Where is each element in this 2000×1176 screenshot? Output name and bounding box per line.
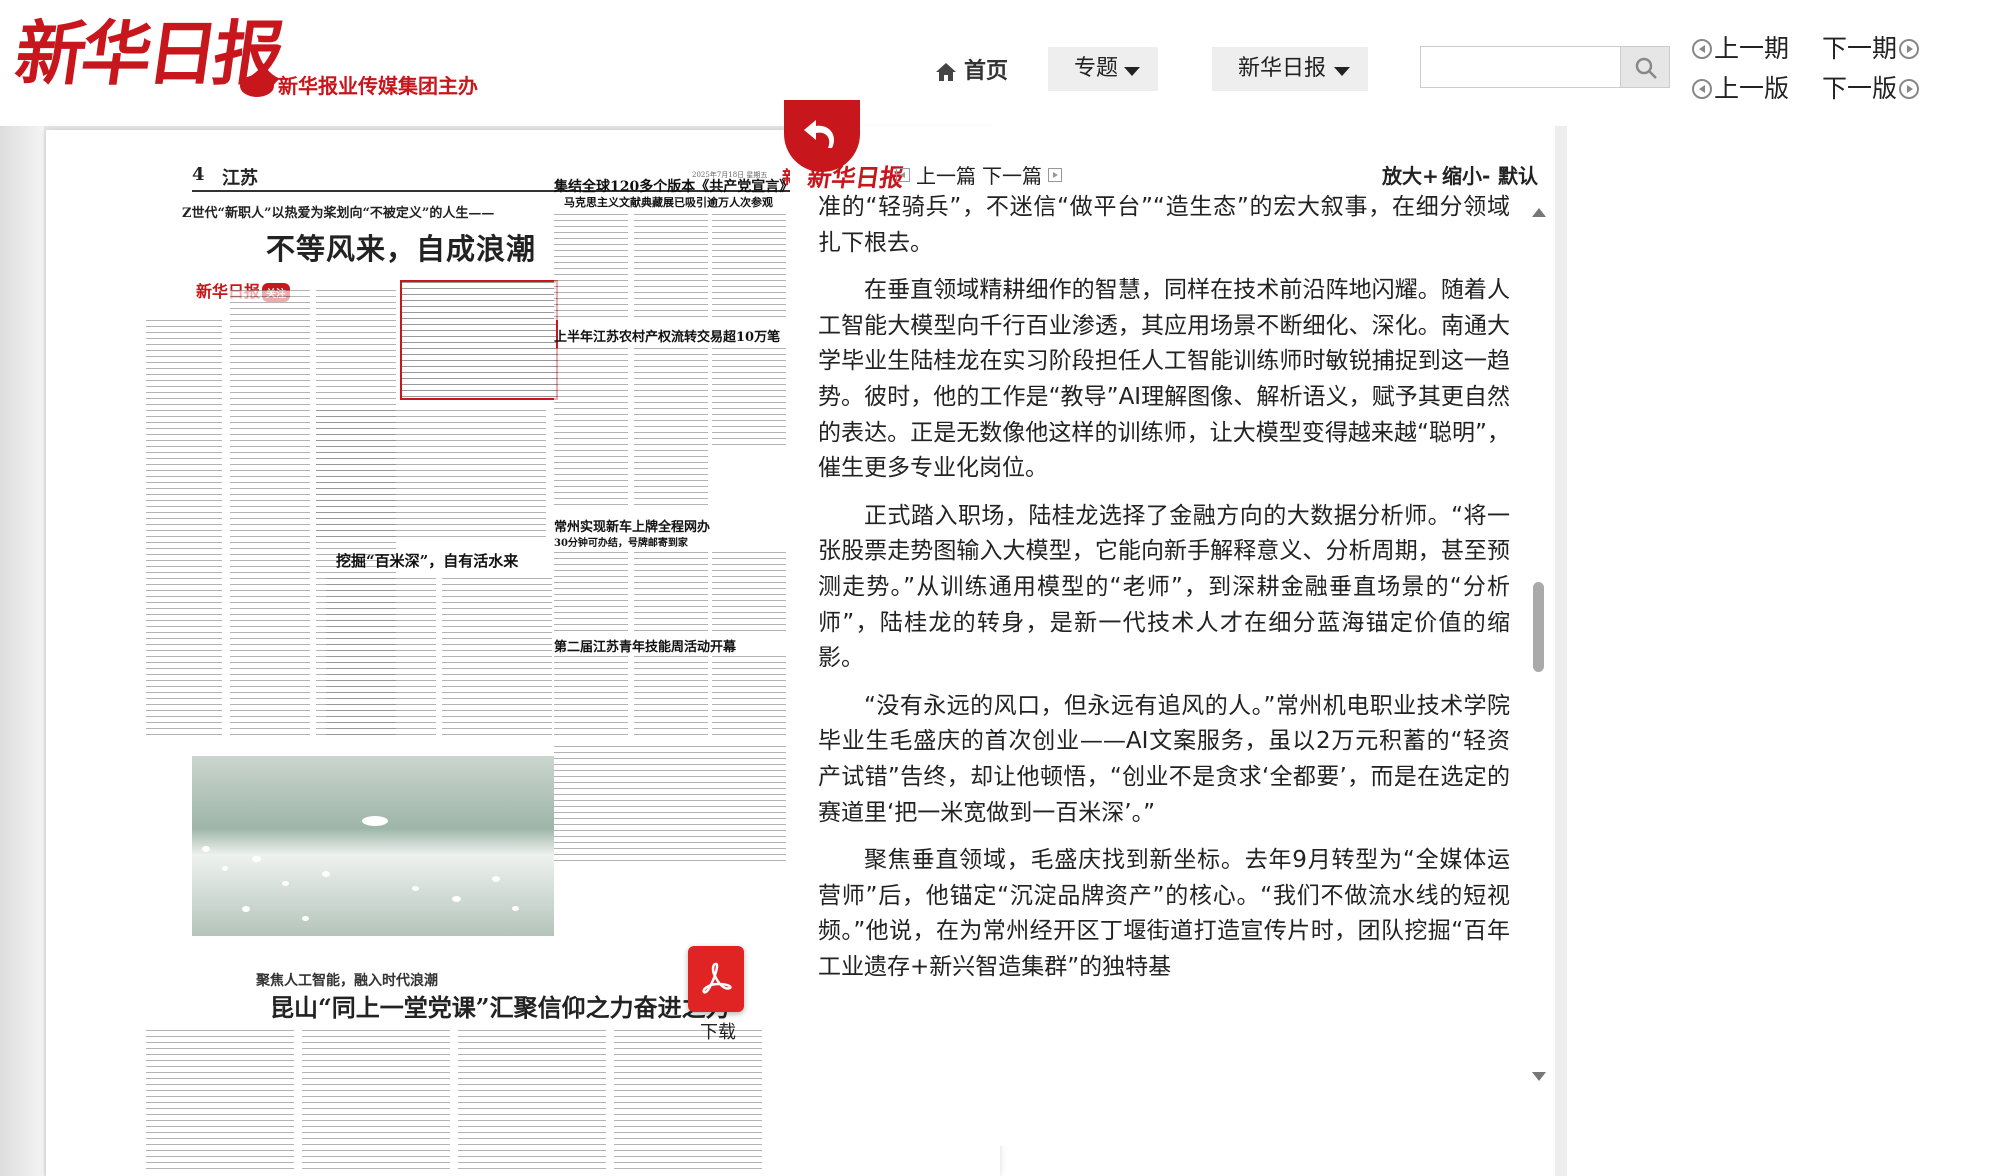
text-column: [712, 656, 786, 736]
prev-circle-icon: [1692, 79, 1712, 99]
article-headline[interactable]: 不等风来，自成浪潮: [266, 226, 536, 268]
next-issue-label: 下一期: [1822, 34, 1898, 63]
text-column: [554, 214, 628, 320]
prev-circle-icon: [1692, 39, 1712, 59]
next-page-label: 下一版: [1822, 74, 1898, 103]
zoom-default-button[interactable]: 默认: [1498, 160, 1538, 189]
nav-home-label: 首页: [964, 59, 1009, 84]
next-circle-icon: [1899, 39, 1920, 59]
page-stack-edge: [0, 126, 44, 1176]
text-column: [554, 656, 628, 736]
search-icon: [1635, 57, 1657, 79]
text-column: [554, 348, 628, 508]
side-subhead-1: 马克思主义文献典藏展已吸引逾万人次参观: [564, 196, 773, 209]
prev-issue-link[interactable]: 上一期: [1690, 32, 1789, 66]
bottom-subheadline: 聚焦人工智能，融入时代浪潮: [256, 973, 438, 989]
text-column: [634, 656, 708, 736]
home-icon: [936, 63, 956, 81]
group-logo-icon: [240, 74, 274, 97]
sponsor-line: 新华报业传媒集团主办: [240, 72, 478, 100]
text-column: [146, 1030, 294, 1170]
news-photo[interactable]: [192, 756, 554, 936]
nav-topics-label: 专题: [1074, 56, 1119, 81]
article-paragraph: 聚焦垂直领域，毛盛庆找到新坐标。去年9月转型为“全媒体运营师”后，他锚定“沉淀品…: [818, 847, 1510, 980]
next-article-link[interactable]: 下一篇: [982, 160, 1042, 189]
caret-down-icon: [1124, 67, 1140, 76]
download-pdf-button[interactable]: [688, 946, 744, 1012]
back-arrow-icon: [804, 120, 835, 148]
article-panel: 新华日报 上一篇 下一篇 放大+ 缩小- 默认 准的“轻骑兵”，不迷信“做平台”…: [784, 100, 1550, 1146]
download-label[interactable]: 下载: [700, 1018, 736, 1044]
divider: [1555, 126, 1567, 1176]
prev-article-link[interactable]: 上一篇: [916, 160, 976, 189]
text-column: [442, 578, 552, 738]
zoom-in-button[interactable]: 放大+: [1382, 160, 1439, 189]
text-column: [316, 410, 546, 540]
page-number: 4: [192, 164, 205, 185]
scroll-down-arrow[interactable]: [1532, 1072, 1546, 1081]
text-column: [458, 1030, 606, 1170]
prev-page-label: 上一版: [1714, 74, 1790, 103]
side-subhead-3: 30分钟可办结，号牌邮寄到家: [554, 538, 688, 549]
side-headline-5[interactable]: 第二届江苏青年技能周活动开幕: [554, 636, 736, 655]
article-paragraph: 在垂直领域精耕细作的智慧，同样在技术前沿阵地闪耀。随着人工智能大模型向千行百业渗…: [818, 277, 1510, 482]
prev-issue-label: 上一期: [1714, 34, 1790, 63]
zoom-out-button[interactable]: 缩小-: [1442, 160, 1490, 189]
bottom-headline[interactable]: 昆山“同上一堂党课”汇聚信仰之力奋进之力: [270, 988, 730, 1023]
scroll-up-arrow[interactable]: [1532, 208, 1546, 217]
text-column: [634, 348, 708, 508]
next-circle-icon: [1899, 79, 1920, 99]
highlighted-paragraph[interactable]: [400, 280, 558, 400]
side-headline-2[interactable]: 上半年江苏农村产权流转交易超10万笔: [554, 326, 780, 345]
text-column: [230, 290, 310, 740]
nav-topics-dropdown[interactable]: 专题: [1048, 47, 1158, 91]
search-button[interactable]: [1620, 46, 1670, 88]
next-square-icon: [1048, 167, 1062, 182]
text-column: [554, 552, 628, 632]
text-column: [712, 552, 786, 632]
scrollbar-thumb[interactable]: [1533, 582, 1544, 672]
article-paragraph: 正式踏入职场，陆桂龙选择了金融方向的大数据分析师。“将一张股票走势图输入大模型，…: [818, 502, 1510, 672]
search-input[interactable]: [1420, 46, 1628, 88]
sidebar-article-headline[interactable]: 挖掘“百米深”，自有活水来: [336, 550, 518, 571]
page-section: 江苏: [222, 168, 258, 189]
text-column: [302, 1030, 450, 1170]
next-issue-link[interactable]: 下一期: [1822, 32, 1921, 66]
right-blank-area: [1555, 126, 2000, 1176]
nav-paper-label: 新华日报: [1238, 56, 1327, 81]
article-logo: 新华日报: [805, 163, 906, 192]
pdf-icon: [702, 962, 732, 994]
article-kicker[interactable]: Z世代“新职人”以热爱为桨划向“不被定义”的人生——: [182, 202, 494, 221]
article-body[interactable]: 准的“轻骑兵”，不迷信“做平台”“造生态”的宏大叙事，在细分领域扎下根去。 在垂…: [818, 190, 1510, 1100]
text-column: [712, 214, 786, 320]
caret-down-icon: [1334, 67, 1350, 76]
side-headline-1[interactable]: 集结全球120多个版本《共产党宣言》: [554, 176, 793, 196]
top-bar: 新华日报 新华报业传媒集团主办 首页 专题 新华日报 上一期 下一期 上一版 下…: [0, 0, 2000, 126]
text-column: [146, 320, 222, 740]
text-column: [712, 348, 786, 448]
article-nav: 上一篇 下一篇: [896, 160, 1062, 189]
text-column: [634, 214, 708, 320]
text-column: [634, 552, 708, 632]
prev-page-link[interactable]: 上一版: [1690, 72, 1789, 106]
sponsor-text: 新华报业传媒集团主办: [278, 74, 478, 98]
prev-square-icon: [896, 167, 910, 182]
side-headline-3[interactable]: 常州实现新车上牌全程网办: [554, 516, 710, 535]
text-column: [326, 578, 436, 738]
nav-home[interactable]: 首页: [936, 52, 1008, 92]
article-paragraph: “没有永远的风口，但永远有追风的人。”常州机电职业技术学院毕业生毛盛庆的首次创业…: [818, 692, 1510, 826]
nav-paper-dropdown[interactable]: 新华日报: [1212, 47, 1368, 91]
article-paragraph: 准的“轻骑兵”，不迷信“做平台”“造生态”的宏大叙事，在细分领域扎下根去。: [818, 194, 1510, 256]
text-column: [614, 1030, 762, 1170]
text-column: [554, 746, 786, 866]
next-page-link[interactable]: 下一版: [1822, 72, 1921, 106]
